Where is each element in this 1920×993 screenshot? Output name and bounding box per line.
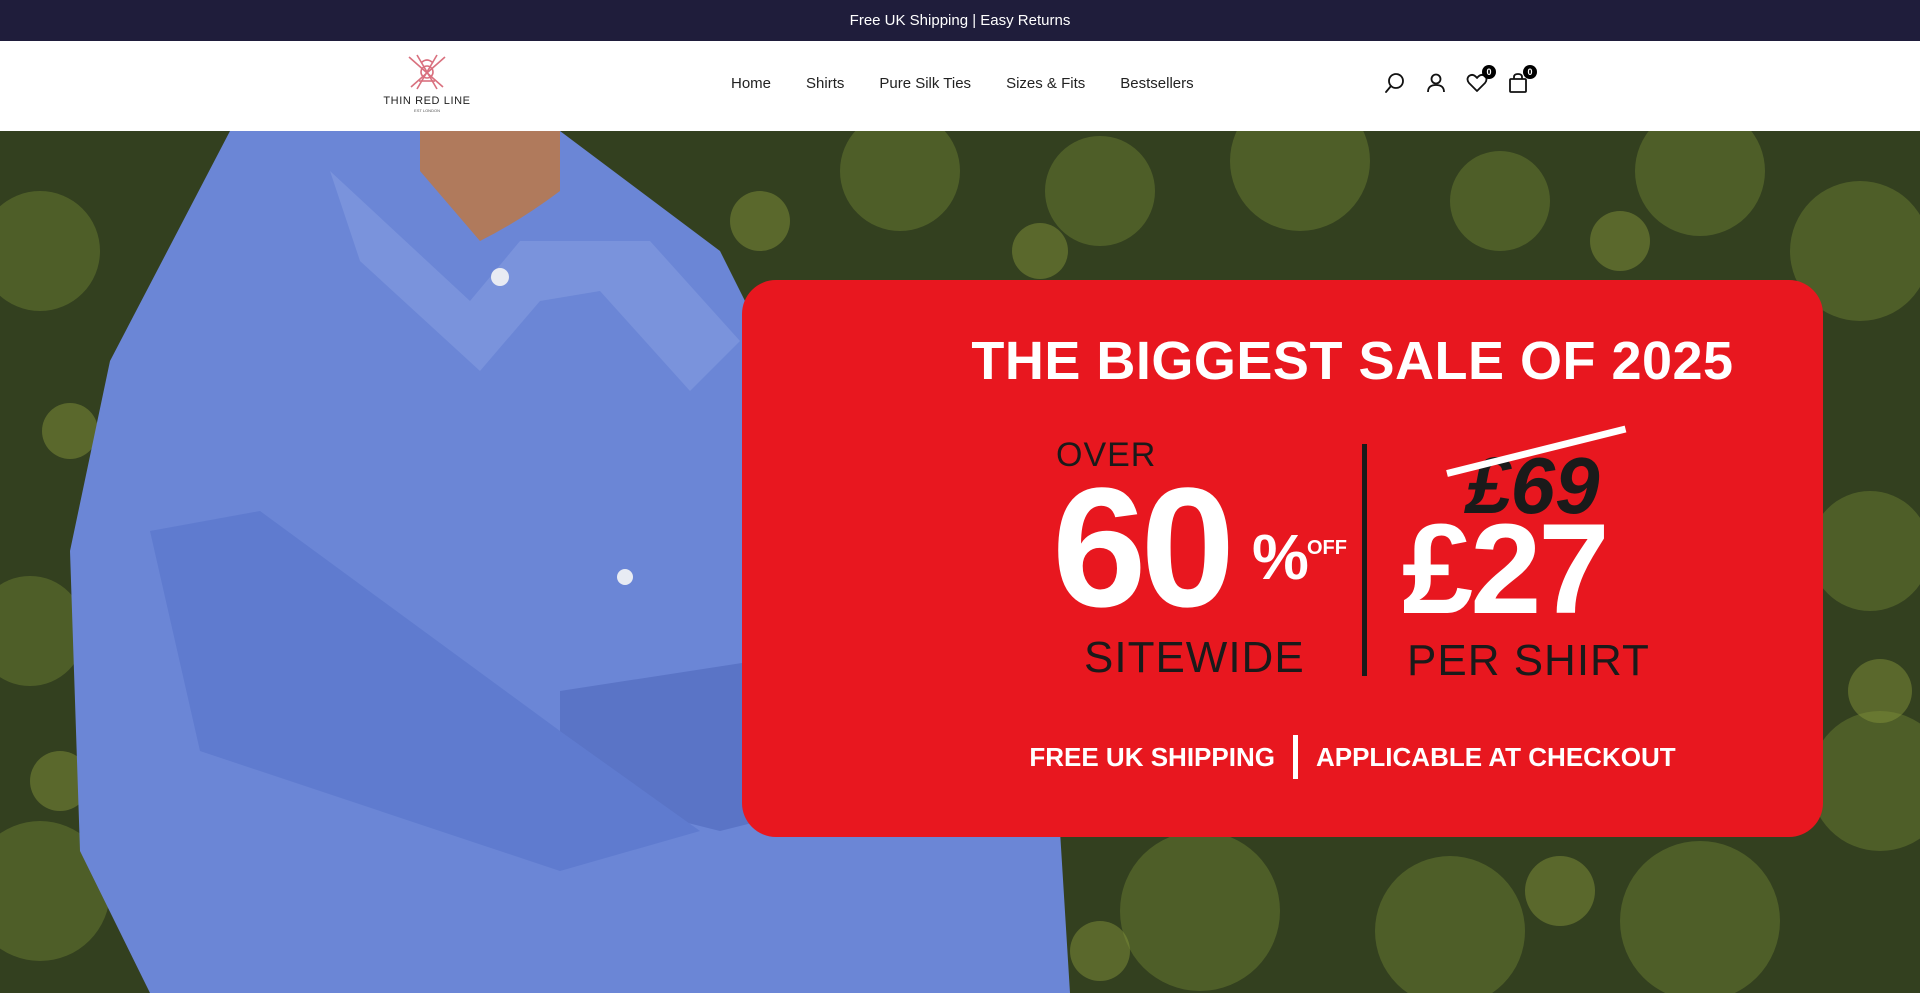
promo-footer-divider: [1292, 735, 1298, 779]
wishlist-count-badge: 0: [1482, 65, 1496, 79]
search-icon: [1385, 73, 1404, 93]
account-button[interactable]: [1424, 71, 1448, 95]
per-shirt-label: PER SHIRT: [1407, 636, 1650, 685]
cart-button[interactable]: 0: [1506, 65, 1537, 95]
nav-item-pure-silk-ties[interactable]: Pure Silk Ties: [879, 75, 971, 92]
main-nav: Home Shirts Pure Silk Ties Sizes & Fits …: [731, 75, 1229, 92]
sale-promo-banner[interactable]: THE BIGGEST SALE OF 2025 OVER 60 % OFF S…: [742, 280, 1823, 837]
hero-banner[interactable]: THE BIGGEST SALE OF 2025 OVER 60 % OFF S…: [0, 131, 1920, 993]
crossed-swords-logo-icon: [408, 54, 446, 90]
promo-footer: FREE UK SHIPPING APPLICABLE AT CHECKOUT: [742, 735, 1823, 779]
new-price: £27: [1402, 498, 1610, 641]
announcement-text: Free UK Shipping | Easy Returns: [849, 12, 1071, 29]
sale-headline: THE BIGGEST SALE OF 2025: [971, 331, 1734, 391]
discount-value: 60: [1052, 453, 1235, 643]
nav-item-sizes-fits[interactable]: Sizes & Fits: [1006, 75, 1085, 92]
cart-count-badge: 0: [1523, 65, 1537, 79]
checkout-label: APPLICABLE AT CHECKOUT: [1315, 741, 1676, 772]
off-label: OFF: [1307, 537, 1347, 559]
search-button[interactable]: [1383, 71, 1407, 95]
promo-divider: [1362, 444, 1367, 676]
nav-item-bestsellers[interactable]: Bestsellers: [1120, 75, 1193, 92]
nav-item-shirts[interactable]: Shirts: [806, 75, 844, 92]
user-icon: [1427, 73, 1445, 93]
site-logo[interactable]: THIN RED LINE EST LONDON: [381, 53, 473, 115]
nav-item-home[interactable]: Home: [731, 75, 771, 92]
percent-sign: %: [1252, 521, 1309, 593]
sitewide-label: SITEWIDE: [1084, 633, 1305, 682]
logo-subtext: EST LONDON: [414, 108, 440, 113]
logo-text: THIN RED LINE: [383, 95, 471, 107]
announcement-bar: Free UK Shipping | Easy Returns: [0, 0, 1920, 41]
wishlist-button[interactable]: 0: [1465, 65, 1496, 95]
free-shipping-label: FREE UK SHIPPING: [1029, 741, 1275, 772]
site-header: THIN RED LINE EST LONDON Home Shirts Pur…: [0, 41, 1920, 131]
header-icons: 0 0: [1383, 65, 1547, 95]
